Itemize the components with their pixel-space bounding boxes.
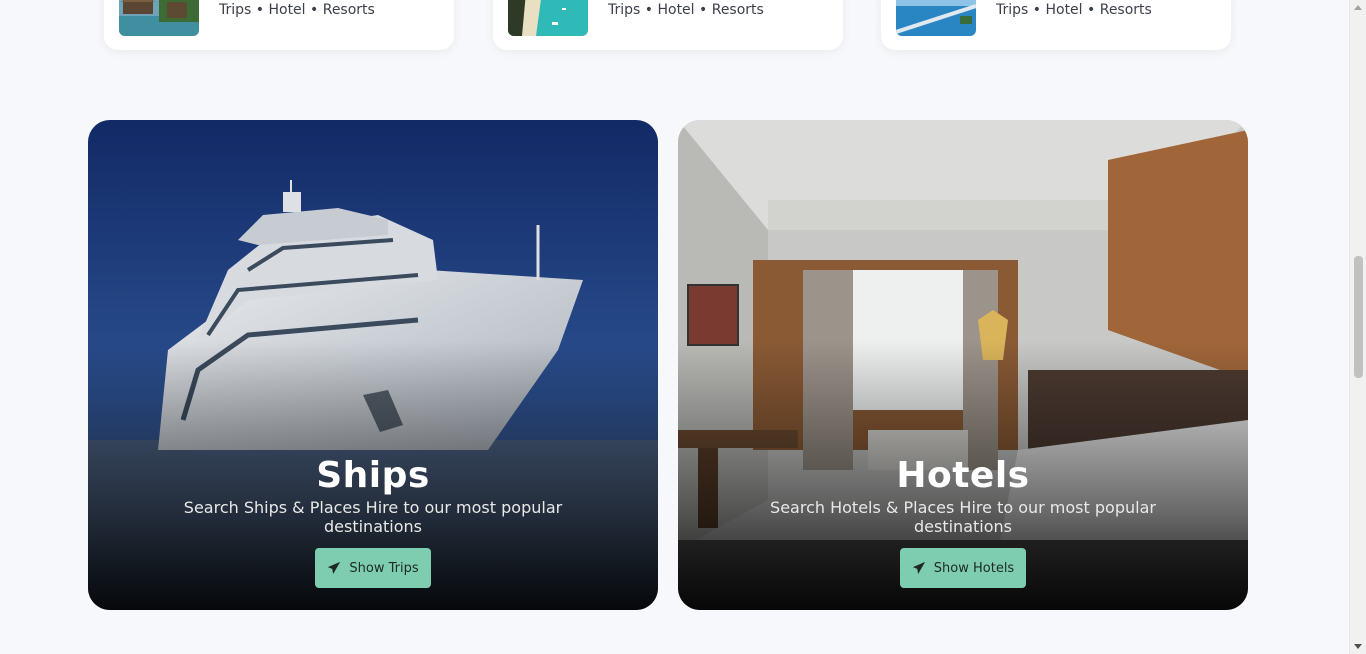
button-label: Show Trips <box>349 560 419 576</box>
hotels-promo-card: Hotels Search Hotels & Places Hire to ou… <box>678 120 1248 610</box>
ships-promo-card: Ships Search Ships & Places Hire to our … <box>88 120 658 610</box>
destination-card[interactable]: Trips • Hotel • Resorts <box>104 0 454 50</box>
destination-thumbnail <box>896 0 976 36</box>
destination-thumbnail <box>119 0 199 36</box>
show-hotels-button[interactable]: Show Hotels <box>899 548 1027 588</box>
destination-card[interactable]: Trips • Hotel • Resorts <box>493 0 843 50</box>
show-trips-button[interactable]: Show Trips <box>315 548 431 588</box>
destination-tags: Trips • Hotel • Resorts <box>608 2 764 18</box>
promo-content: Ships Search Ships & Places Hire to our … <box>88 456 658 588</box>
destination-tags: Trips • Hotel • Resorts <box>996 2 1152 18</box>
destination-thumbnail <box>508 0 588 36</box>
promo-description: Search Hotels & Places Hire to our most … <box>770 498 1156 536</box>
button-label: Show Hotels <box>933 560 1015 576</box>
promo-title: Ships <box>316 455 430 496</box>
promo-title: Hotels <box>896 455 1030 496</box>
promo-description: Search Ships & Places Hire to our most p… <box>183 498 563 536</box>
destination-tags: Trips • Hotel • Resorts <box>219 2 375 18</box>
paper-plane-icon <box>328 561 341 575</box>
page-scrollbar[interactable] <box>1349 0 1366 654</box>
paper-plane-icon <box>912 561 925 575</box>
scroll-down-arrow-icon[interactable] <box>1354 644 1362 649</box>
destination-card[interactable]: Trips • Hotel • Resorts <box>881 0 1231 50</box>
scroll-up-arrow-icon[interactable] <box>1354 5 1362 10</box>
scrollbar-thumb[interactable] <box>1354 256 1363 378</box>
promo-content: Hotels Search Hotels & Places Hire to ou… <box>678 456 1248 588</box>
